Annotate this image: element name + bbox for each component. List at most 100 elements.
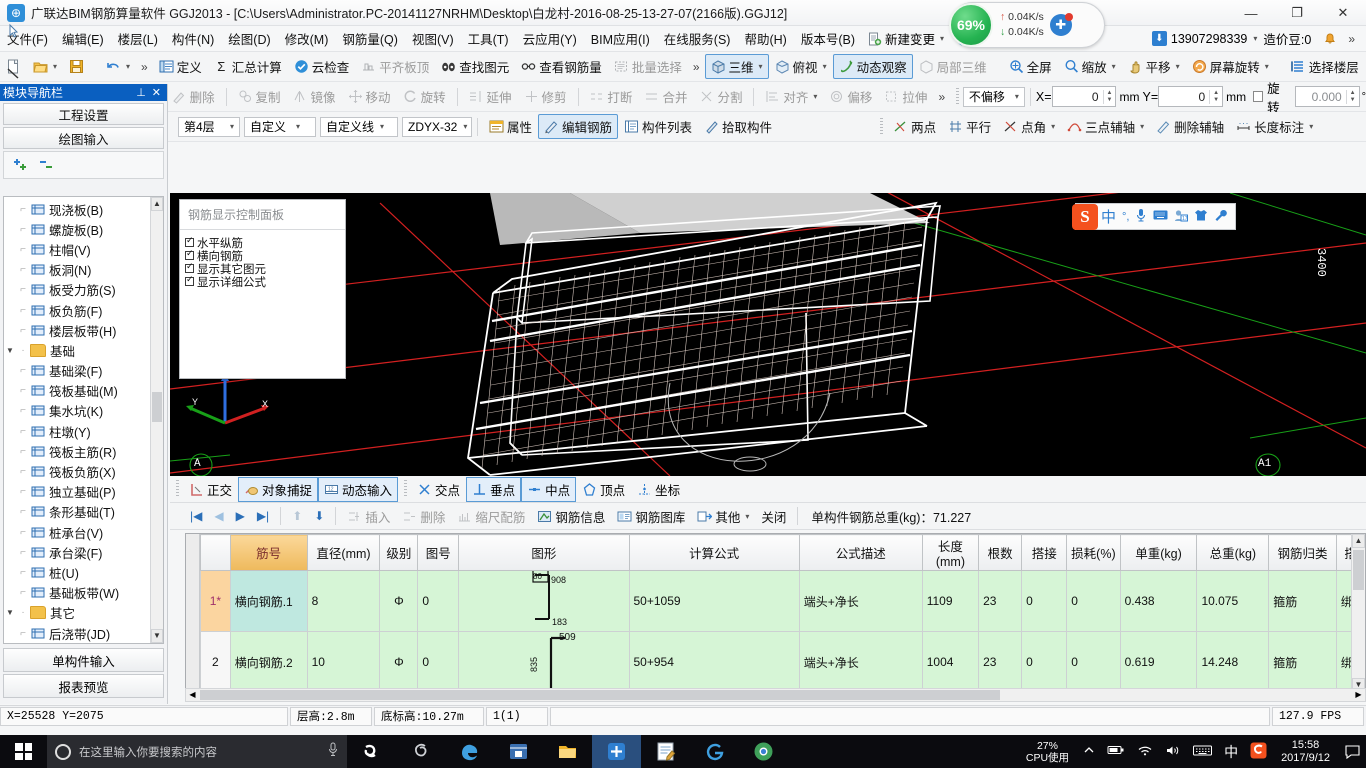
menu-draw[interactable]: 绘图(D) xyxy=(221,26,277,51)
tree-item-柱墩y[interactable]: ⌐ 柱墩(Y) xyxy=(4,421,150,441)
tree-item-独立基础p[interactable]: ⌐ 独立基础(P) xyxy=(4,482,150,502)
network-speed-widget[interactable]: 69% ↑ 0.04K/s ↓ 0.04K/s ✚ xyxy=(949,2,1105,48)
cloud-check-button[interactable]: 云检查 xyxy=(288,54,356,79)
taskbar-app-chrome[interactable] xyxy=(739,735,788,768)
stretch-button[interactable]: 拉伸 xyxy=(878,84,933,109)
offset-mode-chevron-down-icon[interactable]: ▾ xyxy=(1015,92,1019,101)
tree-item-筏板主筋r[interactable]: ⌐ 筏板主筋(R) xyxy=(4,441,150,461)
cell-length[interactable]: 1004 xyxy=(921,631,980,692)
align-chevron-down-icon[interactable]: ▾ xyxy=(811,92,817,101)
cell-length[interactable]: 1109 xyxy=(921,570,980,632)
length-dim-chevron-down-icon[interactable]: ▾ xyxy=(1307,122,1313,131)
aux-point-angle-button[interactable]: 点角 ▾ xyxy=(997,114,1061,139)
th-count[interactable]: 根数 xyxy=(978,534,1023,571)
category-chevron-down-icon[interactable]: ▾ xyxy=(296,122,300,131)
snapbar-grip-2[interactable] xyxy=(404,480,408,498)
cell-lap-form[interactable]: 绑扎 xyxy=(1335,631,1351,692)
cell-diameter[interactable]: 8 xyxy=(306,570,381,632)
component-type-chevron-down-icon[interactable]: ▾ xyxy=(380,122,384,131)
fullscreen-button[interactable]: 全屏 xyxy=(1003,54,1058,79)
account-chip[interactable]: ⬇ 13907298339 ▾ xyxy=(1151,31,1257,46)
component-name-select[interactable]: ZDYX-32 ▾ xyxy=(402,116,472,137)
ime-punctuation-icon[interactable]: °, xyxy=(1119,211,1132,223)
save-button[interactable] xyxy=(63,56,90,77)
rotate-checkbox[interactable] xyxy=(1253,91,1264,102)
tree-item-桩u[interactable]: ⌐ 桩(U) xyxy=(4,562,150,582)
tree-item-基础梁f[interactable]: ⌐ 基础梁(F) xyxy=(4,361,150,381)
pin-icon[interactable]: ⊥ xyxy=(133,86,149,99)
align-button[interactable]: 对齐 ▾ xyxy=(759,84,823,109)
single-component-input-button[interactable]: 单构件输入 xyxy=(3,648,164,672)
new-change-button[interactable]: 新建变更 ▾ xyxy=(862,27,950,50)
tree-expander-icon[interactable]: ▼ xyxy=(4,346,16,355)
collapse-all-icon[interactable] xyxy=(38,157,56,174)
scaled-rebar-button[interactable]: 缩尺配筋 xyxy=(451,504,531,529)
3d-viewport[interactable]: Z X Y A A1 3400 钢筋显示控制面板 水平纵筋 横向钢筋 xyxy=(170,193,1366,476)
tree-item-承台梁f[interactable]: ⌐ 承台梁(F) xyxy=(4,542,150,562)
aux-two-point-button[interactable]: 两点 xyxy=(887,114,942,139)
close-button[interactable]: ✕ xyxy=(1320,0,1366,26)
th-lap[interactable]: 搭接 xyxy=(1021,534,1068,571)
minimize-button[interactable]: — xyxy=(1228,0,1274,26)
menu-edit[interactable]: 编辑(E) xyxy=(55,26,111,51)
rotate-input[interactable]: 0.000 ▲ ▼ xyxy=(1294,86,1360,107)
battery-icon[interactable] xyxy=(1101,744,1131,759)
cell-loss[interactable]: 0 xyxy=(1066,631,1121,692)
th-loss[interactable]: 损耗(%) xyxy=(1066,534,1121,571)
th-formula[interactable]: 计算公式 xyxy=(628,534,800,571)
tree-item-桩承台v[interactable]: ⌐ 桩承台(V) xyxy=(4,522,150,542)
taskbar-clock[interactable]: 15:58 2017/9/12 xyxy=(1273,739,1338,765)
toolbar2-grip-2[interactable] xyxy=(956,87,959,106)
properties-button[interactable]: 属性 xyxy=(483,114,538,139)
th-figure-no[interactable]: 图号 xyxy=(417,534,460,571)
th-figure[interactable]: 图形 xyxy=(458,534,630,571)
action-center-icon[interactable] xyxy=(1338,735,1366,768)
pick-component-button[interactable]: 拾取构件 xyxy=(698,114,778,139)
select-floor-button[interactable]: 选择楼层 xyxy=(1285,54,1365,79)
cell-rebar-no[interactable]: 横向钢筋.1 xyxy=(229,570,308,632)
tree-item-螺旋板b[interactable]: ⌐ 螺旋板(B) xyxy=(4,219,150,239)
taskbar-app-store[interactable] xyxy=(494,735,543,768)
screen-rotate-button[interactable]: 屏幕旋转 ▾ xyxy=(1186,54,1275,79)
x-spinner-arrows[interactable]: ▲ ▼ xyxy=(1102,89,1116,104)
rebar-table[interactable]: 筋号 直径(mm) 级别 图号 图形 计算公式 公式描述 长度(mm) 根数 搭… xyxy=(185,533,1366,693)
dynamic-input-button[interactable]: 12 动态输入 xyxy=(318,476,399,502)
next-record-button[interactable]: ▶ xyxy=(230,507,251,525)
undo-button[interactable]: ▾ xyxy=(100,56,136,77)
taskbar-app-ggj[interactable] xyxy=(592,735,641,768)
menu-view[interactable]: 视图(V) xyxy=(405,26,461,51)
tree-item-现浇板b[interactable]: ⌐ 现浇板(B) xyxy=(4,199,150,219)
keyboard-icon[interactable] xyxy=(1187,744,1218,760)
table-horizontal-scrollbar[interactable]: ◀ ▶ xyxy=(185,688,1366,702)
sogou-ime-bar[interactable]: S 中 °, 17 xyxy=(1072,203,1237,230)
aux-point-angle-chevron-down-icon[interactable]: ▾ xyxy=(1049,122,1055,131)
cell-total-weight[interactable]: 10.075 xyxy=(1196,570,1270,632)
component-list-button[interactable]: 构件列表 xyxy=(618,114,698,139)
table-row[interactable]: 1* 横向钢筋.1 8 Φ 0 908 80 183 50+1059 端头+净长… xyxy=(200,570,1351,632)
delete-button[interactable]: 删除 xyxy=(166,84,221,109)
delete-row-button[interactable]: 删除 xyxy=(396,504,451,529)
th-rebar-no[interactable]: 筋号 xyxy=(229,534,308,571)
move-button[interactable]: 移动 xyxy=(342,84,397,109)
table-scroll-thumb[interactable] xyxy=(1353,550,1364,590)
cell-rebar-no[interactable]: 横向钢筋.2 xyxy=(229,631,308,692)
aux-axis-chevron-down-icon[interactable]: ▾ xyxy=(1138,122,1144,131)
flush-slab-top-button[interactable]: 平齐板顶 xyxy=(355,54,435,79)
menu-online-service[interactable]: 在线服务(S) xyxy=(657,26,738,51)
component-name-chevron-down-icon[interactable]: ▾ xyxy=(463,122,467,131)
y-offset-input[interactable]: 0 ▲ ▼ xyxy=(1158,86,1224,107)
menu-floor[interactable]: 楼层(L) xyxy=(111,26,165,51)
notification-bell-icon[interactable] xyxy=(1317,30,1343,48)
view-3d-button[interactable]: 三维 ▾ xyxy=(704,54,769,79)
table-hscroll-thumb[interactable] xyxy=(200,690,1000,700)
snap-coordinate-button[interactable]: 坐标 xyxy=(631,477,686,502)
mic-icon[interactable] xyxy=(1132,208,1150,226)
calendar-icon[interactable]: 17 xyxy=(1171,209,1191,225)
volume-icon[interactable] xyxy=(1159,744,1187,760)
snapbar-grip[interactable] xyxy=(176,480,179,498)
cell-diameter[interactable]: 10 xyxy=(306,631,381,692)
floor-chevron-down-icon[interactable]: ▾ xyxy=(230,122,234,131)
view-rebar-qty-button[interactable]: 查看钢筋量 xyxy=(515,54,608,79)
taskbar-app-edge[interactable] xyxy=(445,735,494,768)
find-element-button[interactable]: 查找图元 xyxy=(435,54,515,79)
